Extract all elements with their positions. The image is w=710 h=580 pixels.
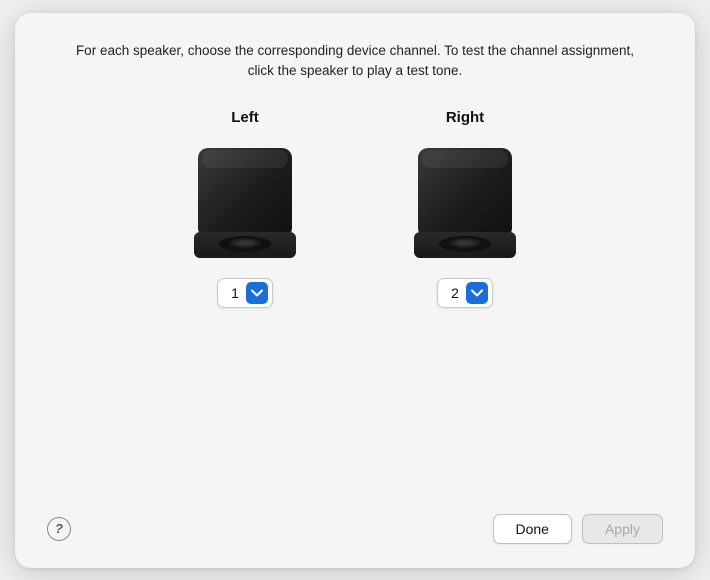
speakers-row: Left xyxy=(47,99,663,504)
apply-button[interactable]: Apply xyxy=(582,514,663,544)
right-channel-dropdown-btn[interactable] xyxy=(466,282,488,304)
chevron-down-icon xyxy=(251,289,263,297)
left-channel-dropdown-btn[interactable] xyxy=(246,282,268,304)
footer-actions: Done Apply xyxy=(493,514,664,544)
speaker-assignment-dialog: For each speaker, choose the correspondi… xyxy=(15,13,695,568)
right-channel-value: 2 xyxy=(448,285,462,301)
left-channel-value: 1 xyxy=(228,285,242,301)
help-button[interactable]: ? xyxy=(47,517,71,541)
left-speaker-column: Left xyxy=(190,109,300,308)
left-channel-select[interactable]: 1 xyxy=(217,278,273,308)
right-speaker-column: Right xyxy=(410,109,520,308)
done-button[interactable]: Done xyxy=(493,514,572,544)
left-speaker-label: Left xyxy=(231,109,259,126)
dialog-description: For each speaker, choose the correspondi… xyxy=(47,41,663,82)
left-speaker-icon[interactable] xyxy=(190,144,300,264)
dialog-footer: ? Done Apply xyxy=(47,514,663,544)
right-speaker-label: Right xyxy=(446,109,484,126)
chevron-down-icon xyxy=(471,289,483,297)
right-speaker-icon[interactable] xyxy=(410,144,520,264)
right-channel-select[interactable]: 2 xyxy=(437,278,493,308)
